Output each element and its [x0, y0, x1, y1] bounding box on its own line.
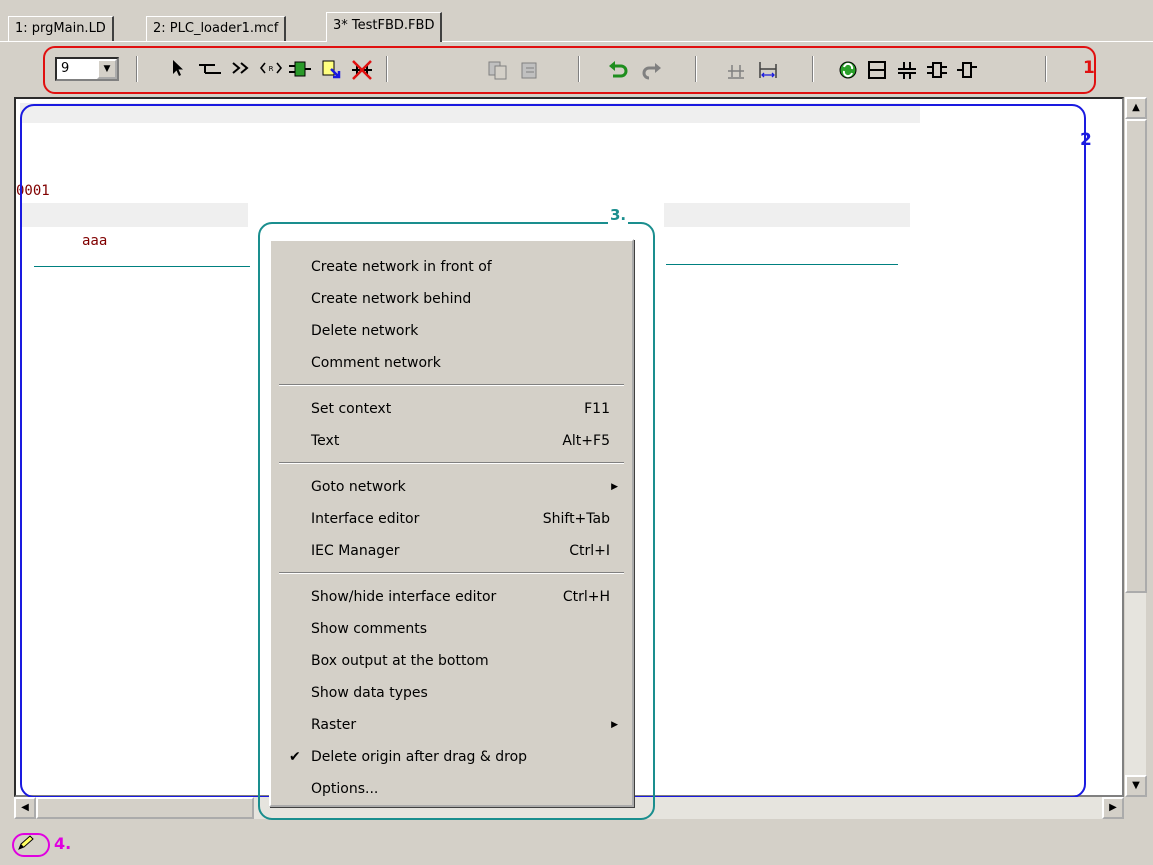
- toolbar-separator: [695, 56, 697, 82]
- menu-item-create-network-front[interactable]: Create network in front of: [273, 251, 630, 283]
- horizontal-scroll-thumb[interactable]: [36, 797, 254, 819]
- pointer-icon[interactable]: [165, 56, 191, 82]
- menu-item-create-network-behind[interactable]: Create network behind: [273, 283, 630, 315]
- editor-toolbar: 9 ▼ R: [0, 44, 1153, 94]
- zoom-select[interactable]: 9 ▼: [55, 57, 119, 81]
- menu-item-delete-network[interactable]: Delete network: [273, 315, 630, 347]
- menu-item-delete-origin-drag-drop[interactable]: ✔ Delete origin after drag & drop: [273, 741, 630, 773]
- scroll-left-icon[interactable]: ◀: [14, 797, 36, 819]
- vertical-scroll-thumb[interactable]: [1125, 119, 1147, 593]
- tab-prgmain[interactable]: 1: prgMain.LD: [8, 16, 114, 42]
- network-comment-band-right: [664, 203, 910, 227]
- network-comment-band: [20, 203, 248, 227]
- zoom-value: 9: [61, 61, 70, 76]
- scroll-right-icon[interactable]: ▶: [1102, 797, 1124, 819]
- menu-item-iec-manager[interactable]: IEC Manager Ctrl+I: [273, 535, 630, 567]
- return-icon[interactable]: R: [258, 56, 284, 82]
- tab-testfbd[interactable]: 3* TestFBD.FBD: [326, 12, 443, 42]
- delete-connection-icon[interactable]: [349, 56, 375, 82]
- menu-item-show-data-types[interactable]: Show data types: [273, 677, 630, 709]
- chevron-down-icon[interactable]: ▼: [97, 59, 117, 79]
- network-number: 0001: [16, 183, 50, 199]
- jump-icon[interactable]: [228, 56, 254, 82]
- menu-item-raster[interactable]: Raster ▶: [273, 709, 630, 741]
- callout-label-4: 4.: [54, 834, 72, 853]
- menu-item-show-hide-interface-editor[interactable]: Show/hide interface editor Ctrl+H: [273, 581, 630, 613]
- callout-label-1: 1: [1083, 58, 1095, 78]
- menu-separator: [279, 462, 624, 464]
- menu-item-set-context[interactable]: Set context F11: [273, 393, 630, 425]
- variable-label[interactable]: aaa: [82, 233, 107, 249]
- paste-network-icon[interactable]: [517, 56, 543, 82]
- refresh-icon[interactable]: [835, 56, 861, 82]
- toolbar-separator: [386, 56, 388, 82]
- vertical-scrollbar[interactable]: ▲ ▼: [1124, 97, 1147, 797]
- menu-item-box-output-bottom[interactable]: Box output at the bottom: [273, 645, 630, 677]
- redo-icon[interactable]: [638, 56, 664, 82]
- network-header-band: [20, 103, 920, 123]
- menu-item-comment-network[interactable]: Comment network: [273, 347, 630, 379]
- menu-item-text[interactable]: Text Alt+F5: [273, 425, 630, 457]
- callout-label-2: 2: [1080, 130, 1092, 150]
- edit-mode-icon[interactable]: [16, 834, 36, 856]
- toolbar-separator: [578, 56, 580, 82]
- align-icon[interactable]: [723, 56, 749, 82]
- menu-separator: [279, 572, 624, 574]
- menu-item-show-comments[interactable]: Show comments: [273, 613, 630, 645]
- tab-bar: 1: prgMain.LD 2: PLC_loader1.mcf 3* Test…: [0, 0, 1153, 42]
- submenu-arrow-icon: ▶: [611, 720, 618, 730]
- panel-icon[interactable]: [864, 56, 890, 82]
- copy-network-icon[interactable]: [485, 56, 511, 82]
- submenu-arrow-icon: ▶: [611, 482, 618, 492]
- scroll-down-icon[interactable]: ▼: [1125, 775, 1147, 797]
- connection-line-left[interactable]: [34, 266, 250, 267]
- menu-item-options[interactable]: Options...: [273, 773, 630, 805]
- toolbar-separator: [136, 56, 138, 82]
- distribute-icon[interactable]: [755, 56, 781, 82]
- connection-line-right[interactable]: [666, 264, 898, 265]
- scrollbar-corner: [1124, 797, 1146, 819]
- tab-plc-loader[interactable]: 2: PLC_loader1.mcf: [146, 16, 287, 42]
- function-block-icon[interactable]: [287, 56, 313, 82]
- svg-text:R: R: [269, 65, 274, 73]
- status-bar: [0, 822, 1153, 865]
- toolbar-separator: [812, 56, 814, 82]
- tab-underline: [0, 41, 1153, 42]
- parallel-icon[interactable]: [894, 56, 920, 82]
- menu-item-interface-editor[interactable]: Interface editor Shift+Tab: [273, 503, 630, 535]
- menu-item-goto-network[interactable]: Goto network ▶: [273, 471, 630, 503]
- menu-separator: [279, 384, 624, 386]
- scroll-up-icon[interactable]: ▲: [1125, 97, 1147, 119]
- undo-icon[interactable]: [606, 56, 632, 82]
- context-menu: Create network in front of Create networ…: [269, 239, 634, 807]
- block-out-icon[interactable]: [954, 56, 980, 82]
- insert-block-icon[interactable]: [318, 56, 344, 82]
- toolbar-separator: [1045, 56, 1047, 82]
- block-io-icon[interactable]: [924, 56, 950, 82]
- checkmark-icon: ✔: [289, 749, 301, 765]
- contact-icon[interactable]: [197, 56, 223, 82]
- callout-label-3: 3.: [608, 206, 629, 224]
